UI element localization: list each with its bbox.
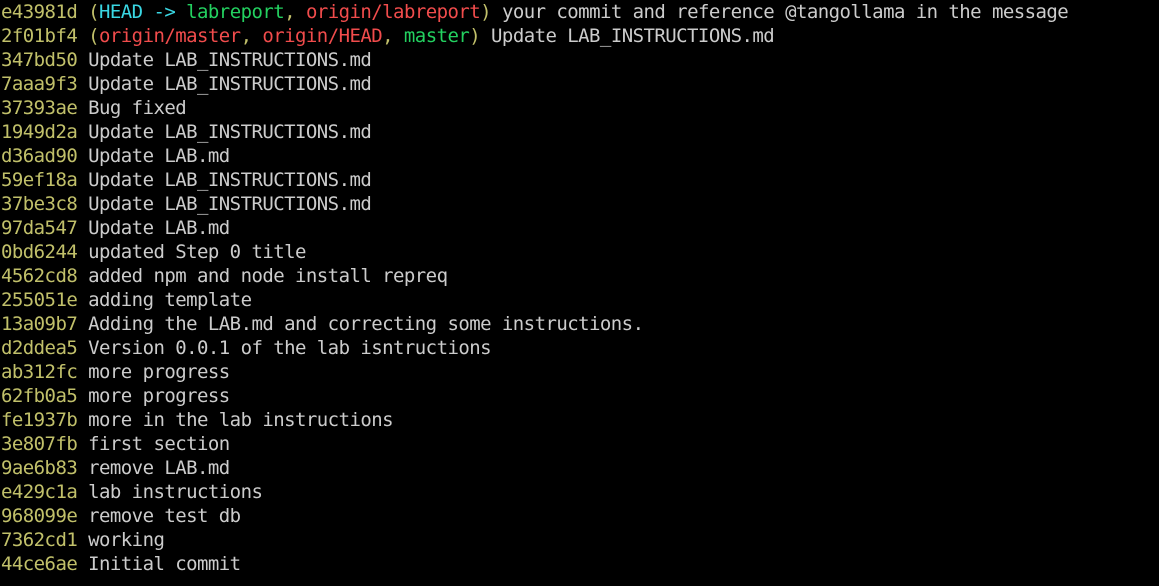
- commit-hash: 44ce6ae: [1, 553, 78, 575]
- commit-hash: 59ef18a: [1, 169, 78, 191]
- commit-message: Update LAB_INSTRUCTIONS.md: [88, 49, 372, 71]
- commit-line: 2f01bf4 (origin/master, origin/HEAD, mas…: [1, 24, 1159, 48]
- commit-line: 255051e adding template: [1, 288, 1159, 312]
- remote-branch-ref: origin/labreport: [305, 1, 481, 23]
- commit-line: 37393ae Bug fixed: [1, 96, 1159, 120]
- commit-message: Update LAB_INSTRUCTIONS.md: [88, 73, 372, 95]
- commit-line: 59ef18a Update LAB_INSTRUCTIONS.md: [1, 168, 1159, 192]
- commit-message: Adding the LAB.md and correcting some in…: [88, 313, 644, 335]
- commit-hash: 62fb0a5: [1, 385, 78, 407]
- local-branch-ref: master: [403, 25, 470, 47]
- commit-message: Update LAB_INSTRUCTIONS.md: [88, 193, 372, 215]
- commit-line: 97da547 Update LAB.md: [1, 216, 1159, 240]
- commit-message: Update LAB_INSTRUCTIONS.md: [88, 169, 372, 191]
- commit-message: Update LAB_INSTRUCTIONS.md: [491, 25, 775, 47]
- commit-line: 347bd50 Update LAB_INSTRUCTIONS.md: [1, 48, 1159, 72]
- commit-line: fe1937b more in the lab instructions: [1, 408, 1159, 432]
- commit-hash: 7aaa9f3: [1, 73, 78, 95]
- commit-message: adding template: [88, 289, 252, 311]
- commit-message: more in the lab instructions: [88, 409, 394, 431]
- ref-separator: ,: [382, 25, 404, 47]
- commit-message: first section: [88, 433, 230, 455]
- commit-message: remove test db: [88, 505, 241, 527]
- commit-hash: d2ddea5: [1, 337, 78, 359]
- commit-line: d2ddea5 Version 0.0.1 of the lab isntruc…: [1, 336, 1159, 360]
- commit-hash: ab312fc: [1, 361, 78, 383]
- refs-open-paren: (: [88, 25, 100, 47]
- commit-hash: 4562cd8: [1, 265, 78, 287]
- commit-line: e43981d (HEAD -> labreport, origin/labre…: [1, 0, 1159, 24]
- commit-line: 13a09b7 Adding the LAB.md and correcting…: [1, 312, 1159, 336]
- commit-hash: 97da547: [1, 217, 78, 239]
- refs-close-paren: ): [469, 25, 481, 47]
- commit-hash: 9ae6b83: [1, 457, 78, 479]
- commit-hash: 255051e: [1, 289, 78, 311]
- commit-line: ab312fc more progress: [1, 360, 1159, 384]
- commit-line: 1949d2a Update LAB_INSTRUCTIONS.md: [1, 120, 1159, 144]
- commit-line: 968099e remove test db: [1, 504, 1159, 528]
- commit-message: lab instructions: [88, 481, 263, 503]
- commit-hash: 0bd6244: [1, 241, 78, 263]
- commit-line: e429c1a lab instructions: [1, 480, 1159, 504]
- commit-line: 44ce6ae Initial commit: [1, 552, 1159, 576]
- commit-line: 7362cd1 working: [1, 528, 1159, 552]
- commit-line: 62fb0a5 more progress: [1, 384, 1159, 408]
- commit-hash: 1949d2a: [1, 121, 78, 143]
- commit-hash: 347bd50: [1, 49, 78, 71]
- commit-message: added npm and node install repreq: [88, 265, 448, 287]
- commit-hash: e43981d: [1, 1, 78, 23]
- commit-hash: 2f01bf4: [1, 25, 78, 47]
- commit-line: 3e807fb first section: [1, 432, 1159, 456]
- commit-hash: 7362cd1: [1, 529, 78, 551]
- commit-hash: e429c1a: [1, 481, 78, 503]
- commit-line: 7aaa9f3 Update LAB_INSTRUCTIONS.md: [1, 72, 1159, 96]
- commit-message: Bug fixed: [88, 97, 187, 119]
- commit-message: Initial commit: [88, 553, 241, 575]
- terminal-output[interactable]: e43981d (HEAD -> labreport, origin/labre…: [1, 0, 1159, 586]
- commit-hash: 37393ae: [1, 97, 78, 119]
- local-branch-ref: labreport: [186, 1, 285, 23]
- commit-message: updated Step 0 title: [88, 241, 306, 263]
- ref-separator: ,: [284, 1, 306, 23]
- commit-message: remove LAB.md: [88, 457, 230, 479]
- commit-message: Update LAB_INSTRUCTIONS.md: [88, 121, 372, 143]
- refs-open-paren: (: [88, 1, 100, 23]
- commit-line: d36ad90 Update LAB.md: [1, 144, 1159, 168]
- commit-line: 4562cd8 added npm and node install repre…: [1, 264, 1159, 288]
- commit-hash: 968099e: [1, 505, 78, 527]
- commit-line: 9ae6b83 remove LAB.md: [1, 456, 1159, 480]
- ref-separator: ,: [240, 25, 263, 47]
- commit-message: working: [88, 529, 165, 551]
- commit-message: Version 0.0.1 of the lab isntructions: [88, 337, 492, 359]
- commit-line: 37be3c8 Update LAB_INSTRUCTIONS.md: [1, 192, 1159, 216]
- commit-message: more progress: [88, 385, 230, 407]
- refs-close-paren: ): [480, 1, 492, 23]
- head-pointer: HEAD ->: [99, 1, 187, 23]
- commit-line: 0bd6244 updated Step 0 title: [1, 240, 1159, 264]
- commit-message: your commit and reference @tangollama in…: [501, 1, 1069, 23]
- commit-hash: 3e807fb: [1, 433, 78, 455]
- remote-branch-ref: origin/master: [99, 25, 241, 47]
- commit-message: more progress: [88, 361, 230, 383]
- commit-hash: d36ad90: [1, 145, 78, 167]
- commit-hash: 37be3c8: [1, 193, 78, 215]
- commit-hash: 13a09b7: [1, 313, 78, 335]
- remote-branch-ref: origin/HEAD: [262, 25, 383, 47]
- commit-message: Update LAB.md: [88, 145, 230, 167]
- commit-hash: fe1937b: [1, 409, 78, 431]
- commit-message: Update LAB.md: [88, 217, 230, 239]
